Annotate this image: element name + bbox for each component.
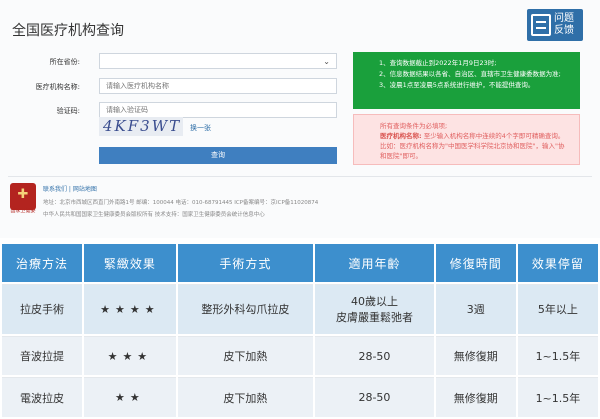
- national-emblem-icon: ✚: [10, 183, 36, 210]
- notice-pink-bold: 医疗机构名称:: [380, 132, 422, 140]
- header-method: 治療方法: [2, 244, 83, 282]
- cell-recovery: 無修復期: [435, 377, 516, 417]
- header-duration: 效果停留: [517, 244, 598, 282]
- star-rating-icon: ★★★: [84, 335, 176, 376]
- cell-duration: 1~1.5年: [517, 335, 598, 376]
- feedback-label-line1: 问题: [554, 13, 574, 24]
- cell-age: 28-50: [315, 377, 434, 417]
- captcha-input[interactable]: [99, 102, 337, 118]
- cell-recovery: 無修復期: [435, 335, 516, 376]
- notice-pink-line2: 医疗机构名称: 至少输入机构名称中连续的4个字即可精确查询。比如：医疗机构名称为…: [380, 131, 569, 161]
- star-rating-icon: ★★: [84, 377, 176, 417]
- notice-green-line1: 1、查询数据截止到2022年1月9日23时;: [379, 59, 497, 67]
- cell-age: 28-50: [315, 335, 434, 376]
- notice-green: 1、查询数据截止到2022年1月9日23时; 2、信息数据结果以各省、自治区、直…: [353, 52, 580, 109]
- cell-method: 電波拉皮: [2, 377, 83, 417]
- cell-age: 40歲以上 皮膚嚴重鬆弛者: [315, 284, 434, 334]
- document-icon: [531, 14, 551, 36]
- name-label: 医疗机构名称:: [35, 83, 80, 91]
- header-firming: 緊緻效果: [84, 244, 176, 282]
- header-recovery: 修復時間: [435, 244, 516, 282]
- province-select[interactable]: ⌄: [99, 53, 337, 69]
- divider: [8, 176, 592, 177]
- cell-duration: 5年以上: [517, 284, 598, 334]
- header-age: 適用年齡: [315, 244, 434, 282]
- hospital-query-panel: 全国医疗机构查询 问题 反馈 所在省份: ⌄ 医疗机构名称: 验证码: 4KF3…: [0, 0, 600, 238]
- footer-address: 地址：北京市西城区西直门外南路1号 邮编：100044 电话：010-68791…: [43, 200, 319, 206]
- notice-green-line3: 3、凌晨1点至凌晨5点系统进行维护，不能提供查询。: [379, 81, 535, 89]
- cell-age-line2: 皮膚嚴重鬆弛者: [335, 311, 413, 325]
- emblem-caption: 国家卫健委: [10, 208, 36, 214]
- feedback-button[interactable]: 问题 反馈: [527, 9, 583, 41]
- treatment-comparison-table: 治療方法 緊緻效果 手術方式 適用年齡 修復時間 效果停留 拉皮手術 ★★★★ …: [0, 242, 600, 419]
- cell-age-line1: 40歲以上: [350, 295, 398, 309]
- cell-procedure: 皮下加熱: [177, 377, 314, 417]
- notice-green-line2: 2、信息数据结果以各省、自治区、直辖市卫生健康委数据为准;: [379, 70, 561, 78]
- cell-procedure: 皮下加熱: [177, 335, 314, 376]
- cell-method: 音波拉提: [2, 335, 83, 376]
- cell-method: 拉皮手術: [2, 284, 83, 334]
- institution-name-input[interactable]: [99, 78, 337, 94]
- cell-procedure: 整形外科勾爪拉皮: [177, 284, 314, 334]
- footer-copyright: 中华人民共和国国家卫生健康委员会版权所有 技术支持：国家卫生健康委员会统计信息中…: [43, 212, 265, 218]
- feedback-label-line2: 反馈: [554, 25, 574, 36]
- captcha-image[interactable]: 4KF3WT: [99, 117, 183, 136]
- query-button[interactable]: 查询: [99, 147, 337, 164]
- code-label: 验证码:: [56, 107, 80, 115]
- province-label: 所在省份:: [49, 58, 80, 66]
- cell-duration: 1~1.5年: [517, 377, 598, 417]
- feedback-label: 问题 反馈: [554, 13, 574, 37]
- table-header-row: 治療方法 緊緻效果 手術方式 適用年齡 修復時間 效果停留: [2, 244, 598, 282]
- notice-pink: 所有查询条件为必填项; 医疗机构名称: 至少输入机构名称中连续的4个字即可精确查…: [353, 114, 580, 165]
- notice-pink-line1: 所有查询条件为必填项;: [380, 122, 448, 130]
- star-rating-icon: ★★★★: [84, 284, 176, 334]
- page-title: 全国医疗机构查询: [12, 23, 124, 39]
- table-row: 電波拉皮 ★★ 皮下加熱 28-50 無修復期 1~1.5年: [2, 377, 598, 417]
- table-row: 音波拉提 ★★★ 皮下加熱 28-50 無修復期 1~1.5年: [2, 335, 598, 376]
- footer-links[interactable]: 联系我们 | 网站地图: [43, 184, 97, 193]
- table-row: 拉皮手術 ★★★★ 整形外科勾爪拉皮 40歲以上 皮膚嚴重鬆弛者 3週 5年以上: [2, 284, 598, 334]
- refresh-captcha-link[interactable]: 换一张: [190, 123, 211, 133]
- header-procedure: 手術方式: [177, 244, 314, 282]
- cell-recovery: 3週: [435, 284, 516, 334]
- chevron-down-icon: ⌄: [323, 56, 330, 66]
